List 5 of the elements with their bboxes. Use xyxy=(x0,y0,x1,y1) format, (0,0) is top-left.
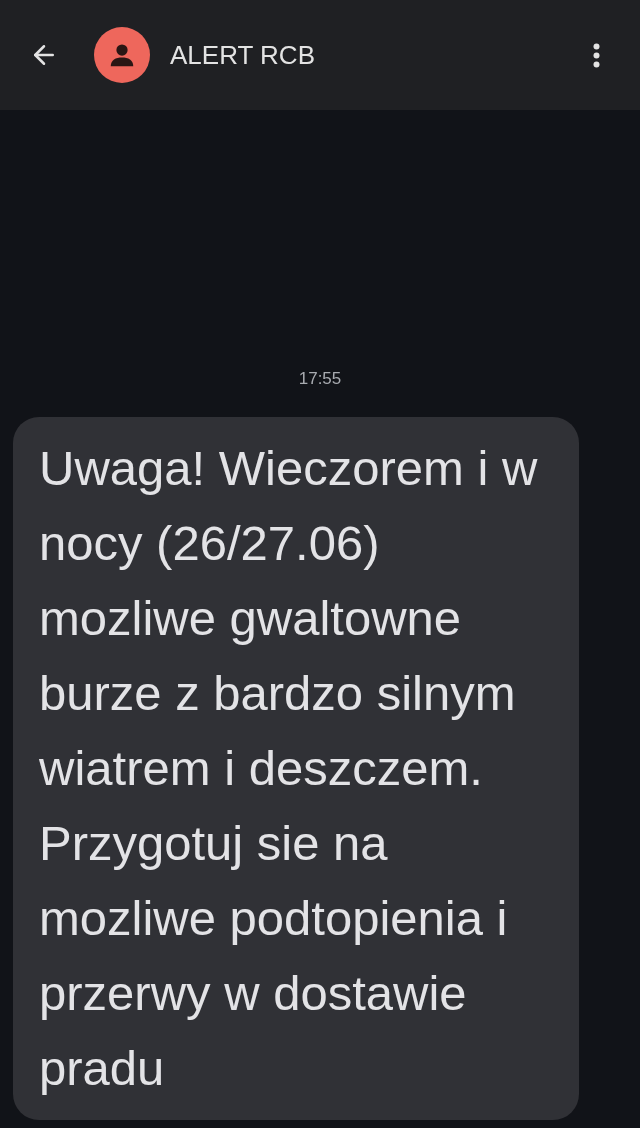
more-options-icon xyxy=(592,42,600,68)
contact-name: ALERT RCB xyxy=(170,38,315,72)
message-text: Uwaga! Wieczorem i w nocy (26/27.06) mozliwe gwaltowne burze z bardzo silnym wiatrem i deszczem. Przygotuj sie na mozliwe podtopienia i przerwy w dostawie pradu xyxy=(39,440,539,1097)
message-timestamp: 17:55 xyxy=(298,367,342,390)
avatar-icon xyxy=(94,27,150,83)
